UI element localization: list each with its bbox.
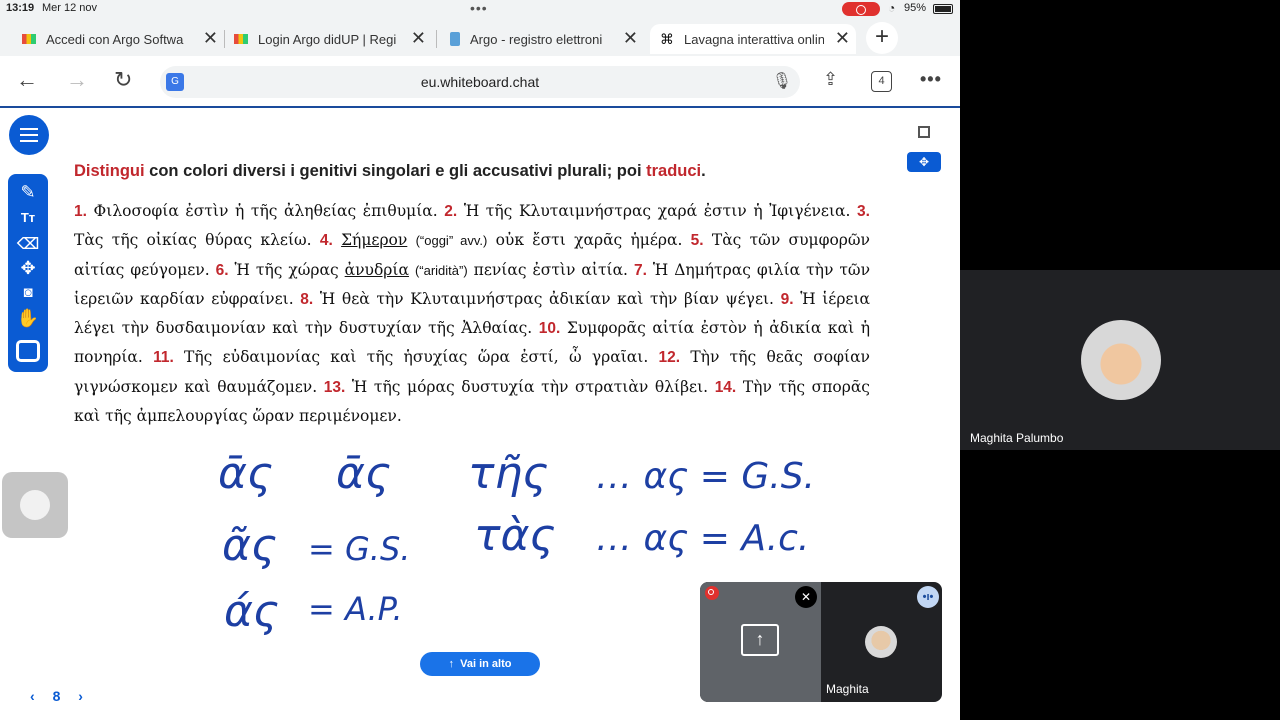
sentence-underlined-word: Σήμερον <box>341 231 408 250</box>
tool-panel: ✎ Tт ⌫ ✥ ◙ ✋ <box>8 174 48 372</box>
tab-argo-accedi[interactable]: Accedi con Argo Softwa ✕ <box>22 24 218 54</box>
close-tab-icon[interactable]: ✕ <box>835 28 850 49</box>
tab-separator <box>436 30 437 48</box>
url-text[interactable]: eu.whiteboard.chat <box>160 74 800 90</box>
menu-button[interactable] <box>9 115 49 155</box>
exercise-instruction: Distingui con colori diversi i genitivi … <box>74 162 706 180</box>
forward-arrow-icon[interactable]: → <box>66 67 88 93</box>
tab-strip: Accedi con Argo Softwa ✕ Login Argo didU… <box>0 20 960 56</box>
move-tool-icon[interactable]: ✥ <box>8 258 48 279</box>
participant-name: Maghita Palumbo <box>970 431 1064 445</box>
whiteboard-favicon-icon: ⌘ <box>660 31 674 47</box>
tab-separator <box>224 30 225 48</box>
tab-argo-registro[interactable]: Argo - registro elettroni ✕ <box>450 24 638 54</box>
recording-icon <box>705 586 719 600</box>
close-tab-icon[interactable]: ✕ <box>623 28 638 49</box>
tab-argo-didup[interactable]: Login Argo didUP | Regi ✕ <box>234 24 426 54</box>
speaking-indicator-icon: •ı• <box>917 586 939 608</box>
book-favicon-icon <box>450 32 460 46</box>
move-canvas-button[interactable]: ✥ <box>907 152 941 172</box>
participant-avatar <box>865 626 897 658</box>
handwriting-text: … ας = G.S. <box>596 456 815 497</box>
handwriting-text: ᾶς <box>222 520 277 571</box>
whiteboard-canvas[interactable]: ✎ Tт ⌫ ✥ ◙ ✋ ✥ Distingui con colori dive… <box>0 108 960 720</box>
reload-icon[interactable]: ↻ <box>114 67 132 93</box>
battery-icon <box>933 4 953 14</box>
share-icon[interactable]: ⇪ <box>823 69 838 90</box>
tab-count-button[interactable]: 4 <box>871 71 892 92</box>
prev-page-icon[interactable]: ‹ <box>30 688 35 704</box>
camera-icon[interactable]: ◙ <box>8 284 48 301</box>
sentence: Τῆς εὐδαιμονίας καὶ τῆς ἡσυχίας ὥρα ἐστί… <box>184 348 649 367</box>
status-time: 13:19 <box>6 2 35 14</box>
sentence: Ἡ τῆς μόρας δυστυχία τὴν στρατιὰν θλίβει… <box>351 377 709 396</box>
handwriting-text: τὰς <box>474 510 555 561</box>
more-menu-icon[interactable]: ••• <box>920 69 942 90</box>
text-tool-icon[interactable]: Tт <box>8 210 48 225</box>
close-tab-icon[interactable]: ✕ <box>203 28 218 49</box>
argo-favicon-icon <box>234 34 248 44</box>
handwriting-text: = A.P. <box>308 590 403 628</box>
call-pip-overlay[interactable]: ↑ ✕ •ı• Maghita <box>700 582 942 702</box>
sentence: Φιλοσοφία ἐστὶν ἡ τῆς ἀληθείας ἐπιθυμία. <box>93 202 438 220</box>
sentence: Ἡ τῆς Κλυταιμνήστρας χαρά ἐστιν ἡ Ἰφιγέν… <box>463 202 851 220</box>
pen-icon[interactable]: ✎ <box>8 182 48 203</box>
mic-muted-icon[interactable]: ✕ <box>795 586 817 608</box>
present-screen-icon[interactable]: ↑ <box>741 624 779 656</box>
close-tab-icon[interactable]: ✕ <box>411 28 426 49</box>
sentence: Τὰς τῆς οἰκίας θύρας κλείω. <box>74 231 312 250</box>
sentence: Ἡ θεὰ τὴν Κλυταιμνήστρας ἀδικίαν καὶ τὴν… <box>319 289 774 308</box>
call-participant-name: Maghita <box>826 682 869 696</box>
sentence-note: (“oggi” avv.) <box>415 233 488 249</box>
handwriting-text: ᾱς <box>218 448 273 499</box>
greek-sentences: 1. Φιλοσοφία ἐστὶν ἡ τῆς ἀληθείας ἐπιθυμ… <box>74 202 871 426</box>
screen-share-tile[interactable]: ↑ ✕ <box>700 582 821 702</box>
tablet-screen: 13:19 Mer 12 nov ••• ◔ 95% Accedi con Ar… <box>0 0 960 720</box>
scroll-to-top-button[interactable]: ↑ Vai in alto <box>420 652 540 676</box>
microphone-icon[interactable]: 🎙 <box>772 71 792 91</box>
shape-square-icon[interactable] <box>16 340 40 362</box>
assistive-touch-button[interactable] <box>2 472 68 538</box>
battery-level: 95% <box>904 2 927 14</box>
handwriting-text: … ας = A.c. <box>596 518 809 559</box>
wifi-icon: ◔ <box>888 1 896 15</box>
back-arrow-icon[interactable]: ← <box>16 67 38 93</box>
next-page-icon[interactable]: › <box>78 688 83 704</box>
handwriting-text: άς <box>224 586 279 637</box>
eraser-icon[interactable]: ⌫ <box>8 234 48 254</box>
argo-favicon-icon <box>22 34 36 44</box>
handwriting-text: ᾱς <box>336 448 391 499</box>
page-number: 8 <box>52 688 61 704</box>
sentence: Ἡ τῆς χώρας <box>234 260 339 279</box>
screen-record-icon[interactable] <box>842 2 880 16</box>
participant-video-tile[interactable]: Maghita Palumbo <box>960 270 1280 450</box>
handwriting-text: τῆς <box>468 448 548 499</box>
handwriting-text: = G.S. <box>308 530 410 568</box>
hand-pan-icon[interactable]: ✋ <box>8 308 48 329</box>
participant-avatar <box>1081 320 1161 400</box>
fullscreen-icon[interactable] <box>918 126 930 138</box>
new-tab-button[interactable]: + <box>866 22 898 54</box>
sentence: οὐκ ἔστι χαρᾶς ἡμέρα. <box>495 231 683 250</box>
tab-lavagna[interactable]: ⌘ Lavagna interattiva onlin ✕ <box>650 24 856 54</box>
status-date: Mer 12 nov <box>42 2 98 14</box>
sentence: πενίας ἐστὶν αἰτία. <box>473 260 628 279</box>
browser-toolbar: ← → ↻ G eu.whiteboard.chat 🎙 ⇪ 4 ••• <box>0 56 960 106</box>
page-navigator: ‹ 8 › <box>30 688 97 704</box>
sentence-underlined-word: ἀνυδρία <box>344 260 409 279</box>
status-bar: 13:19 Mer 12 nov ••• ◔ 95% <box>0 0 960 18</box>
multitask-dots-icon[interactable]: ••• <box>470 0 488 16</box>
exercise-text-image: Distingui con colori diversi i genitivi … <box>74 162 870 430</box>
address-bar[interactable]: G eu.whiteboard.chat 🎙 <box>160 66 800 98</box>
sentence-note: (“aridità”) <box>414 262 468 278</box>
